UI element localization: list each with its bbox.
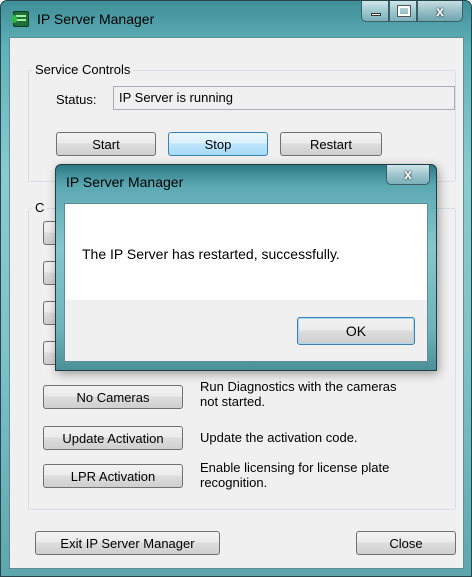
ok-button[interactable]: OK [297, 317, 415, 345]
close-button[interactable]: Close [356, 531, 456, 555]
lpr-activation-button[interactable]: LPR Activation [43, 464, 183, 488]
close-button-label: Close [389, 535, 423, 551]
minimize-icon [371, 13, 381, 16]
message-dialog: IP Server Manager x The IP Server has re… [55, 164, 437, 371]
update-activation-description: Update the activation code. [200, 430, 358, 445]
update-activation-desc-line1: Update the activation code. [200, 430, 358, 445]
start-button[interactable]: Start [56, 132, 156, 156]
diagnostics-group-label: C [32, 200, 48, 215]
dialog-message: The IP Server has restarted, successfull… [82, 246, 340, 262]
no-cameras-description: Run Diagnostics with the cameras not sta… [200, 379, 397, 409]
status-field: IP Server is running [113, 86, 455, 110]
maximize-button[interactable] [389, 1, 417, 22]
dialog-title: IP Server Manager [66, 174, 184, 190]
stop-button-label: Stop [204, 136, 232, 152]
update-activation-button-label: Update Activation [62, 430, 164, 446]
stop-button[interactable]: Stop [168, 132, 268, 156]
dialog-message-area: The IP Server has restarted, successfull… [65, 204, 427, 300]
restart-button-label: Restart [310, 136, 352, 152]
window-title: IP Server Manager [37, 11, 155, 27]
service-controls-label: Service Controls [32, 62, 134, 77]
status-label: Status: [56, 92, 97, 107]
no-cameras-button-label: No Cameras [76, 389, 150, 405]
minimize-button[interactable] [361, 1, 389, 22]
caption-buttons: x [361, 1, 463, 23]
exit-manager-button-label: Exit IP Server Manager [60, 535, 195, 551]
ok-button-label: OK [345, 323, 367, 339]
lpr-activation-desc-line1: Enable licensing for license plate [200, 460, 390, 475]
exit-manager-button[interactable]: Exit IP Server Manager [35, 531, 220, 555]
close-icon: x [436, 3, 444, 19]
lpr-activation-button-label: LPR Activation [70, 468, 156, 484]
start-button-label: Start [92, 136, 120, 152]
lpr-activation-description: Enable licensing for license plate recog… [200, 460, 389, 490]
lpr-activation-desc-line2: recognition. [200, 475, 268, 490]
status-value: IP Server is running [119, 90, 233, 105]
title-bar[interactable]: IP Server Manager x [1, 1, 471, 37]
dialog-body: The IP Server has restarted, successfull… [64, 203, 428, 362]
restart-button[interactable]: Restart [280, 132, 382, 156]
dialog-close-button[interactable]: x [386, 165, 430, 185]
no-cameras-button[interactable]: No Cameras [43, 385, 183, 409]
no-cameras-desc-line2: not started. [200, 394, 266, 409]
app-icon [11, 11, 29, 27]
maximize-icon [397, 5, 411, 17]
dialog-close-icon: x [404, 166, 412, 182]
close-window-button[interactable]: x [417, 1, 463, 22]
update-activation-button[interactable]: Update Activation [43, 426, 183, 450]
no-cameras-desc-line1: Run Diagnostics with the cameras [200, 379, 397, 394]
